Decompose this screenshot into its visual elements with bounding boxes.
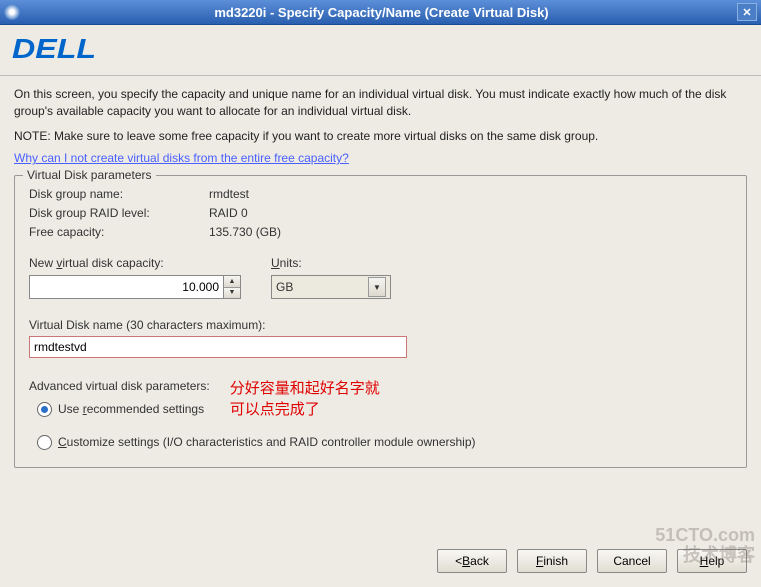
raid-level-value: RAID 0: [209, 205, 248, 222]
disk-group-name-label: Disk group name:: [29, 186, 209, 203]
window-body: DELL On this screen, you specify the cap…: [0, 25, 761, 587]
dell-logo: DELL: [12, 33, 96, 65]
capacity-spinner: ▲ ▼: [223, 276, 240, 298]
content-area: On this screen, you specify the capacity…: [0, 76, 761, 539]
spinner-up-icon[interactable]: ▲: [224, 276, 240, 288]
radio-customize-label: Customize settings (I/O characteristics …: [58, 434, 476, 451]
disk-group-name-value: rmdtest: [209, 186, 249, 203]
capacity-input-wrapper: ▲ ▼: [29, 275, 241, 299]
advanced-params-label: Advanced virtual disk parameters:: [29, 378, 210, 395]
window-title: md3220i - Specify Capacity/Name (Create …: [26, 5, 737, 20]
vd-name-label: Virtual Disk name (30 characters maximum…: [29, 317, 732, 334]
finish-button[interactable]: Finish: [517, 549, 587, 573]
radio-icon: [37, 435, 52, 450]
radio-recommended[interactable]: Use recommended settings: [29, 401, 210, 418]
capacity-input[interactable]: [30, 280, 223, 294]
help-button[interactable]: Help: [677, 549, 747, 573]
new-capacity-label: New virtual disk capacity:: [29, 255, 241, 272]
radio-icon: [37, 402, 52, 417]
fieldset-legend: Virtual Disk parameters: [23, 167, 156, 184]
button-bar: < Back Finish Cancel Help: [0, 539, 761, 587]
chevron-down-icon: ▼: [368, 277, 386, 297]
close-icon[interactable]: ✕: [737, 3, 757, 21]
cancel-button[interactable]: Cancel: [597, 549, 667, 573]
description-text: On this screen, you specify the capacity…: [14, 86, 747, 120]
free-capacity-value: 135.730 (GB): [209, 224, 281, 241]
radio-recommended-label: Use recommended settings: [58, 401, 204, 418]
units-label: Units:: [271, 255, 391, 272]
virtual-disk-parameters-group: Virtual Disk parameters Disk group name:…: [14, 175, 747, 468]
logo-bar: DELL: [0, 25, 761, 76]
titlebar: md3220i - Specify Capacity/Name (Create …: [0, 0, 761, 25]
units-select[interactable]: GB ▼: [271, 275, 391, 299]
back-button[interactable]: < Back: [437, 549, 507, 573]
radio-customize[interactable]: Customize settings (I/O characteristics …: [29, 434, 732, 451]
vd-name-input[interactable]: [29, 336, 407, 358]
note-text: NOTE: Make sure to leave some free capac…: [14, 128, 747, 145]
app-icon: [4, 4, 20, 20]
help-link[interactable]: Why can I not create virtual disks from …: [14, 150, 349, 167]
annotation-text: 分好容量和起好名字就 可以点完成了: [230, 378, 380, 420]
free-capacity-label: Free capacity:: [29, 224, 209, 241]
spinner-down-icon[interactable]: ▼: [224, 288, 240, 299]
raid-level-label: Disk group RAID level:: [29, 205, 209, 222]
units-value: GB: [276, 279, 293, 296]
